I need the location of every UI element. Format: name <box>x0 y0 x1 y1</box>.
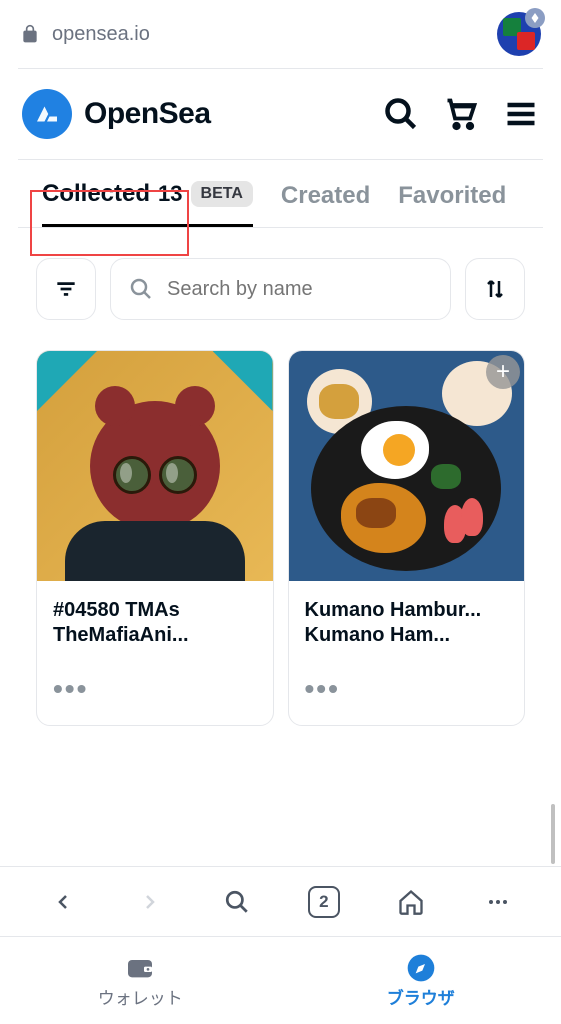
search-icon <box>129 277 153 301</box>
url-text[interactable]: opensea.io <box>52 23 485 46</box>
nft-image <box>37 351 273 581</box>
more-button[interactable] <box>481 885 515 919</box>
wallet-tab-label: ウォレット <box>98 984 183 1009</box>
nft-card[interactable]: #04580 TMAs TheMafiaAni... ••• <box>36 350 274 726</box>
wallet-tab[interactable]: ウォレット <box>0 937 281 1024</box>
forward-button[interactable] <box>133 885 167 919</box>
site-header: OpenSea <box>0 69 561 159</box>
sort-button[interactable] <box>465 258 525 320</box>
tab-count-indicator: 2 <box>308 886 340 918</box>
more-options-icon[interactable]: ••• <box>305 673 340 704</box>
nft-card-body: #04580 TMAs TheMafiaAni... <box>37 581 273 665</box>
opensea-logo[interactable] <box>22 89 72 139</box>
tab-collected[interactable]: Collected 13 BETA <box>42 180 253 227</box>
filter-bar <box>0 228 561 350</box>
more-options-icon[interactable]: ••• <box>53 673 88 704</box>
brand-name: OpenSea <box>84 97 211 131</box>
filter-button[interactable] <box>36 258 96 320</box>
nft-grid: #04580 TMAs TheMafiaAni... ••• + Kumano … <box>0 350 561 726</box>
nft-card-footer: ••• <box>289 665 525 725</box>
tab-favorited[interactable]: Favorited <box>398 180 506 227</box>
tab-label: Created <box>281 182 370 210</box>
compass-icon <box>405 952 437 980</box>
nft-card[interactable]: + Kumano Hambur... Kumano Ham... ••• <box>288 350 526 726</box>
menu-icon[interactable] <box>503 96 539 132</box>
wallet-icon <box>124 952 156 980</box>
tabs-button[interactable]: 2 <box>307 885 341 919</box>
home-button[interactable] <box>394 885 428 919</box>
add-icon[interactable]: + <box>486 355 520 389</box>
ethereum-badge-icon <box>525 8 545 28</box>
tab-created[interactable]: Created <box>281 180 370 227</box>
tab-label: Favorited <box>398 182 506 210</box>
nft-image: + <box>289 351 525 581</box>
nft-card-footer: ••• <box>37 665 273 725</box>
tab-count: 13 <box>158 181 182 207</box>
search-icon[interactable] <box>383 96 419 132</box>
scrollbar[interactable] <box>551 804 555 864</box>
search-button[interactable] <box>220 885 254 919</box>
browser-navigation: 2 <box>0 866 561 936</box>
search-box[interactable] <box>110 258 451 320</box>
nft-collection: Kumano Ham... <box>305 624 509 647</box>
profile-tabs: Collected 13 BETA Created Favorited <box>18 160 543 228</box>
app-bottom-tabs: ウォレット ブラウザ <box>0 936 561 1024</box>
browser-address-bar: opensea.io <box>0 0 561 68</box>
back-button[interactable] <box>46 885 80 919</box>
nft-title: #04580 TMAs <box>53 599 257 622</box>
nft-title: Kumano Hambur... <box>305 599 509 622</box>
browser-tab-label: ブラウザ <box>387 984 455 1009</box>
browser-tab[interactable]: ブラウザ <box>281 937 561 1024</box>
lock-icon <box>20 24 40 44</box>
beta-badge: BETA <box>191 181 253 207</box>
nft-card-body: Kumano Hambur... Kumano Ham... <box>289 581 525 665</box>
nft-collection: TheMafiaAni... <box>53 624 257 647</box>
tab-label: Collected <box>42 180 150 208</box>
profile-avatar[interactable] <box>497 12 541 56</box>
search-input[interactable] <box>167 278 432 301</box>
cart-icon[interactable] <box>443 96 479 132</box>
